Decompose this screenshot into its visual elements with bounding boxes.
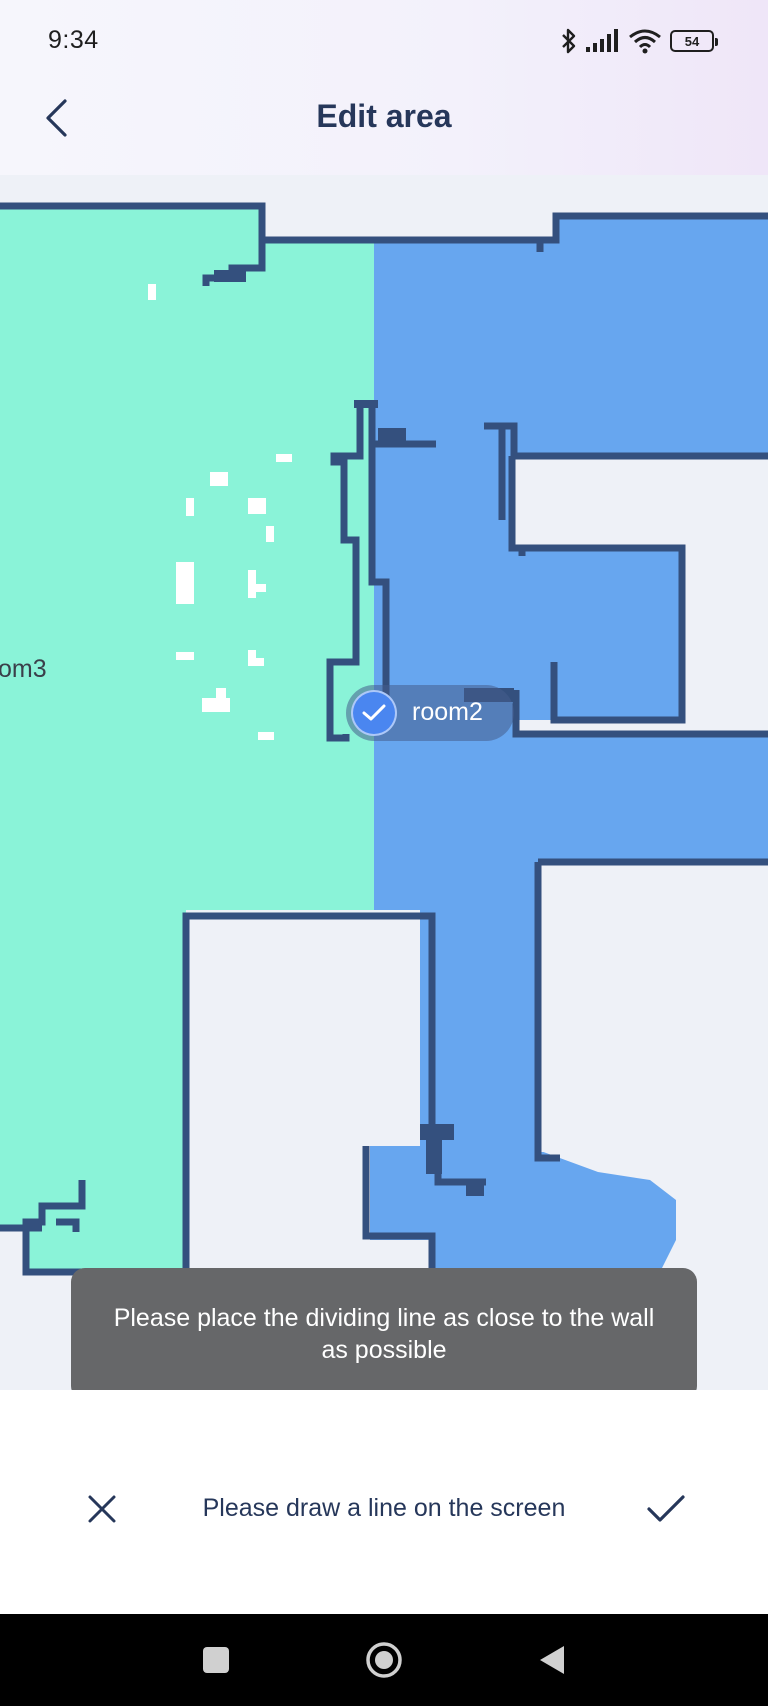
battery-icon: 54: [670, 30, 718, 52]
room2-chip[interactable]: room2: [346, 685, 514, 741]
action-bar: Please draw a line on the screen: [0, 1390, 768, 1614]
map-canvas[interactable]: om3 room2: [0, 175, 768, 1390]
navigation-bar: [0, 1614, 768, 1706]
toast-text: Please place the dividing line as close …: [113, 1304, 655, 1364]
recents-button[interactable]: [188, 1632, 244, 1688]
page-title: Edit area: [316, 98, 452, 134]
home-circle-icon: [366, 1642, 402, 1678]
status-icons: 54: [560, 24, 718, 58]
toast-message: Please place the dividing line as close …: [71, 1268, 697, 1400]
battery-level: 54: [684, 33, 700, 49]
room2-label: room2: [412, 698, 483, 726]
floor-map: [0, 175, 768, 1390]
back-nav-button[interactable]: [524, 1632, 580, 1688]
check-icon: [647, 1495, 685, 1522]
bluetooth-icon: [560, 27, 578, 55]
signal-icon: [586, 29, 620, 53]
screen: 9:34 54 Edit area om3 room2 Please place…: [0, 0, 768, 1706]
room3-label: om3: [0, 655, 47, 683]
back-triangle-icon: [540, 1646, 564, 1674]
home-button[interactable]: [356, 1632, 412, 1688]
confirm-button[interactable]: [642, 1487, 690, 1531]
status-time: 9:34: [48, 26, 99, 54]
check-circle-icon: [351, 690, 397, 736]
status-bar: 9:34 54: [0, 0, 768, 84]
recents-square-icon: [203, 1647, 229, 1673]
wifi-icon: [628, 28, 662, 54]
